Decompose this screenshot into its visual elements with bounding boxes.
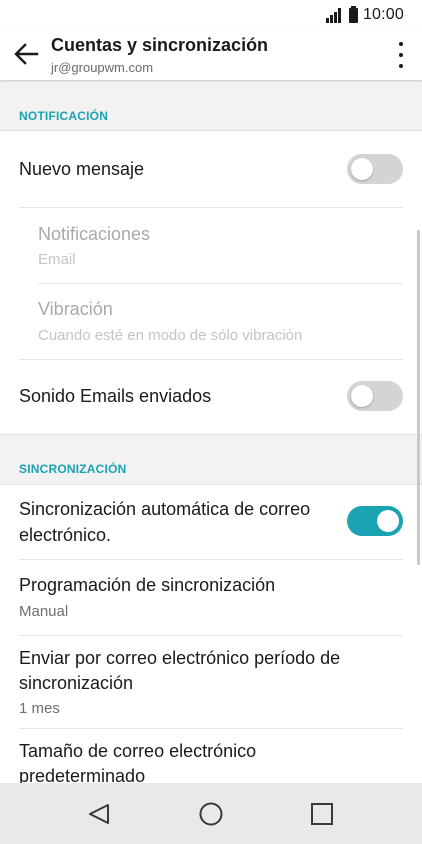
toggle-thumb [377,510,399,532]
new-message-toggle[interactable] [347,154,403,184]
back-button[interactable] [10,38,42,70]
more-vertical-icon [399,42,403,46]
setting-new-message[interactable]: Nuevo mensaje [0,131,422,207]
setting-label: Programación de sincronización [19,575,276,595]
arrow-back-icon [14,43,39,65]
setting-default-email-size[interactable]: Tamaño de correo electrónico predetermin… [0,729,422,783]
page-subtitle: jr@groupwm.com [51,60,154,75]
setting-value: Email [38,251,76,268]
battery-icon [348,5,358,23]
status-indicators: 10:00 [325,5,404,24]
setting-sync-schedule[interactable]: Programación de sincronización Manual [0,560,422,635]
setting-value: 1 mes [19,700,60,717]
sent-email-sound-toggle[interactable] [347,381,403,411]
setting-label: Nuevo mensaje [19,159,145,179]
nav-recents-square-icon [311,803,333,825]
setting-auto-sync[interactable]: Sincronización automática de correo elec… [0,484,422,559]
signal-icon [325,7,342,23]
nav-home-button[interactable] [193,796,229,832]
setting-value: Cuando esté en modo de sólo vibración [38,327,303,344]
nav-back-button[interactable] [81,796,117,832]
toggle-thumb [351,385,373,407]
settings-list: NOTIFICACIÓN Nuevo mensaje Notificacione… [0,80,422,783]
section-title: NOTIFICACIÓN [19,109,109,123]
setting-value: Manual [19,603,69,620]
nav-home-circle-icon [199,802,223,826]
setting-label: Vibración [38,299,113,319]
setting-label: Notificaciones [38,224,151,244]
setting-sync-period[interactable]: Enviar por correo electrónico período de… [0,636,422,728]
section-header-sync: SINCRONIZACIÓN [0,434,422,485]
setting-label: Sonido Emails enviados [19,386,212,406]
scrollbar[interactable] [417,230,420,565]
status-time: 10:00 [362,6,404,23]
setting-vibration: Vibración Cuando esté en modo de sólo vi… [0,284,422,359]
toggle-thumb [351,158,373,180]
setting-label-line2: sincronización [19,673,134,693]
status-bar: 10:00 [0,0,422,30]
section-header-notification: NOTIFICACIÓN [0,80,422,131]
navigation-bar [0,783,422,844]
setting-label-line1: Sincronización automática de correo [19,499,311,519]
nav-back-triangle-icon [89,804,109,824]
setting-label-line2: electrónico. [19,525,112,545]
setting-sent-email-sound[interactable]: Sonido Emails enviados [0,360,422,434]
nav-recents-button[interactable] [304,796,340,832]
more-options-button[interactable] [394,40,408,70]
setting-label-line1: Tamaño de correo electrónico [19,741,257,761]
app-bar: Cuentas y sincronización jr@groupwm.com [0,30,422,80]
section-title: SINCRONIZACIÓN [19,462,127,476]
setting-label-line1: Enviar por correo electrónico período de [19,648,341,668]
auto-sync-toggle[interactable] [347,506,403,536]
setting-label-line2: predeterminado [19,766,146,783]
screen: 10:00 Cuentas y sincronización jr@groupw… [0,0,422,844]
page-title: Cuentas y sincronización [51,35,269,55]
setting-notifications: Notificaciones Email [0,208,422,283]
